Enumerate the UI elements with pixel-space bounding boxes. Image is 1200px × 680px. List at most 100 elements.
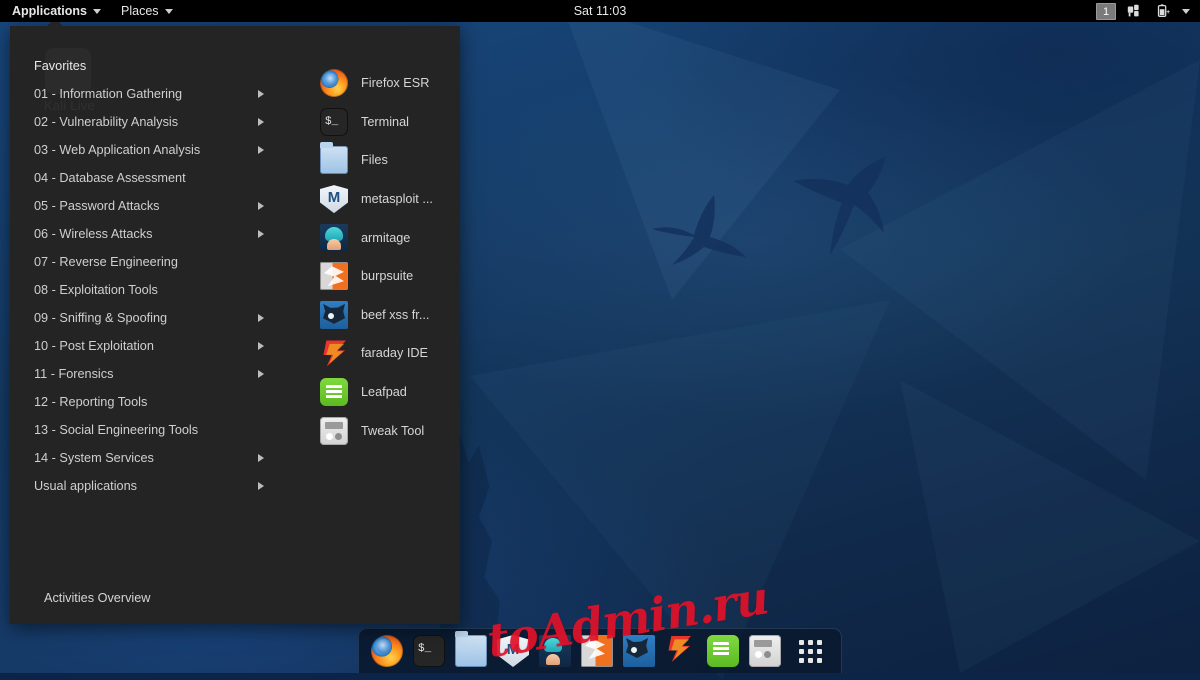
metasploit-icon [320,185,348,213]
menu-category-item[interactable]: 13 - Social Engineering Tools [10,416,280,444]
chevron-down-icon [165,9,173,14]
menu-app-item[interactable]: metasploit ... [280,180,460,219]
menu-category-item[interactable]: 04 - Database Assessment [10,164,280,192]
activities-overview-button[interactable]: Activities Overview [10,584,280,612]
menu-category-label: 11 - Forensics [34,367,258,381]
dock-burpsuite-icon[interactable] [581,635,613,667]
menu-category-label: 03 - Web Application Analysis [34,143,258,157]
wallpaper-bird-left-icon [650,185,770,275]
menu-app-label: Leafpad [361,385,407,399]
leafpad-icon [320,378,348,406]
menu-app-item[interactable]: Files [280,141,460,180]
dock-terminal-icon[interactable]: $_ [413,635,445,667]
menu-category-item[interactable]: 10 - Post Exploitation [10,332,280,360]
grid-dot [799,649,804,654]
menu-app-item[interactable]: Firefox ESR [280,64,460,103]
faraday-icon [320,339,348,367]
dock-beef-xss-icon[interactable] [623,635,655,667]
menu-category-list: 01 - Information Gathering02 - Vulnerabi… [10,80,280,500]
places-menu-button[interactable]: Places [111,0,183,22]
menu-category-label: 08 - Exploitation Tools [34,283,264,297]
battery-icon[interactable] [1154,3,1172,19]
menu-app-item[interactable]: armitage [280,218,460,257]
grid-dot [817,640,822,645]
beef-xss-icon [320,301,348,329]
menu-app-label: burpsuite [361,269,413,283]
menu-category-item[interactable]: 11 - Forensics [10,360,280,388]
menu-app-item[interactable]: beef xss fr... [280,296,460,335]
dock-faraday-icon[interactable] [665,635,697,667]
show-applications-grid-button[interactable] [795,636,825,666]
dock-armitage-icon[interactable] [539,635,571,667]
applications-menu-label: Applications [12,4,87,18]
tweak-tool-icon [320,417,348,445]
menu-categories-column: Favorites 01 - Information Gathering02 -… [10,26,280,624]
dock-tweak-tool-icon[interactable] [749,635,781,667]
grid-dot [799,658,804,663]
menu-category-item[interactable]: 03 - Web Application Analysis [10,136,280,164]
grid-dot [799,640,804,645]
applications-menu-panel: Kali Live Favorites 01 - Information Gat… [10,26,460,624]
vm-tools-icon[interactable] [1126,3,1144,19]
firefox-icon [320,69,348,97]
menu-app-label: beef xss fr... [361,308,429,322]
menu-app-item[interactable]: burpsuite [280,257,460,296]
menu-ghost-label: Kali Live [44,98,95,113]
menu-app-label: Terminal [361,115,409,129]
submenu-arrow-icon [258,342,264,350]
menu-category-label: Usual applications [34,479,258,493]
menu-category-label: 10 - Post Exploitation [34,339,258,353]
menu-ghost-icon [45,48,91,94]
menu-category-label: 12 - Reporting Tools [34,395,264,409]
applications-menu-button[interactable]: Applications [0,0,111,22]
menu-category-item[interactable]: 06 - Wireless Attacks [10,220,280,248]
menu-app-label: Tweak Tool [361,424,424,438]
grid-dot [808,658,813,663]
dock-leafpad-icon[interactable] [707,635,739,667]
armitage-icon [320,224,348,252]
taskbar-dock: $_ [358,628,842,673]
submenu-arrow-icon [258,482,264,490]
top-panel-status-area: 1 [1096,0,1200,22]
burpsuite-icon [320,262,348,290]
dock-firefox-icon[interactable] [371,635,403,667]
system-menu-chevron-icon[interactable] [1182,9,1190,14]
submenu-arrow-icon [258,370,264,378]
menu-category-item[interactable]: 08 - Exploitation Tools [10,276,280,304]
menu-category-item[interactable]: 05 - Password Attacks [10,192,280,220]
dock-files-icon[interactable] [455,635,487,667]
menu-category-label: 02 - Vulnerability Analysis [34,115,258,129]
menu-category-item[interactable]: 09 - Sniffing & Spoofing [10,304,280,332]
menu-app-item[interactable]: Tweak Tool [280,411,460,450]
top-panel: Applications Places Sat 11:03 1 [0,0,1200,22]
terminal-icon: $_ [320,108,348,136]
menu-category-label: 13 - Social Engineering Tools [34,423,264,437]
submenu-arrow-icon [258,230,264,238]
menu-favorites-apps-column: Firefox ESR $_ Terminal Files metasploit ...… [280,26,460,624]
grid-dot [808,640,813,645]
dock-metasploit-icon[interactable] [497,635,529,667]
places-menu-label: Places [121,4,159,18]
submenu-arrow-icon [258,90,264,98]
menu-app-label: armitage [361,231,410,245]
workspace-indicator[interactable]: 1 [1096,3,1116,20]
dock-item-list: $_ [371,635,781,667]
submenu-arrow-icon [258,454,264,462]
grid-dot [817,649,822,654]
activities-overview-label: Activities Overview [44,591,150,605]
submenu-arrow-icon [258,146,264,154]
chevron-down-icon [93,9,101,14]
grid-dot [808,649,813,654]
menu-category-item[interactable]: Usual applications [10,472,280,500]
menu-category-item[interactable]: 07 - Reverse Engineering [10,248,280,276]
menu-app-item[interactable]: Leafpad [280,373,460,412]
menu-app-label: Files [361,153,388,167]
menu-category-item[interactable]: 14 - System Services [10,444,280,472]
grid-dot [817,658,822,663]
menu-app-item[interactable]: $_ Terminal [280,103,460,142]
menu-category-label: 04 - Database Assessment [34,171,264,185]
menu-app-item[interactable]: faraday IDE [280,334,460,373]
menu-category-label: 05 - Password Attacks [34,199,258,213]
menu-category-label: 06 - Wireless Attacks [34,227,258,241]
menu-category-item[interactable]: 12 - Reporting Tools [10,388,280,416]
